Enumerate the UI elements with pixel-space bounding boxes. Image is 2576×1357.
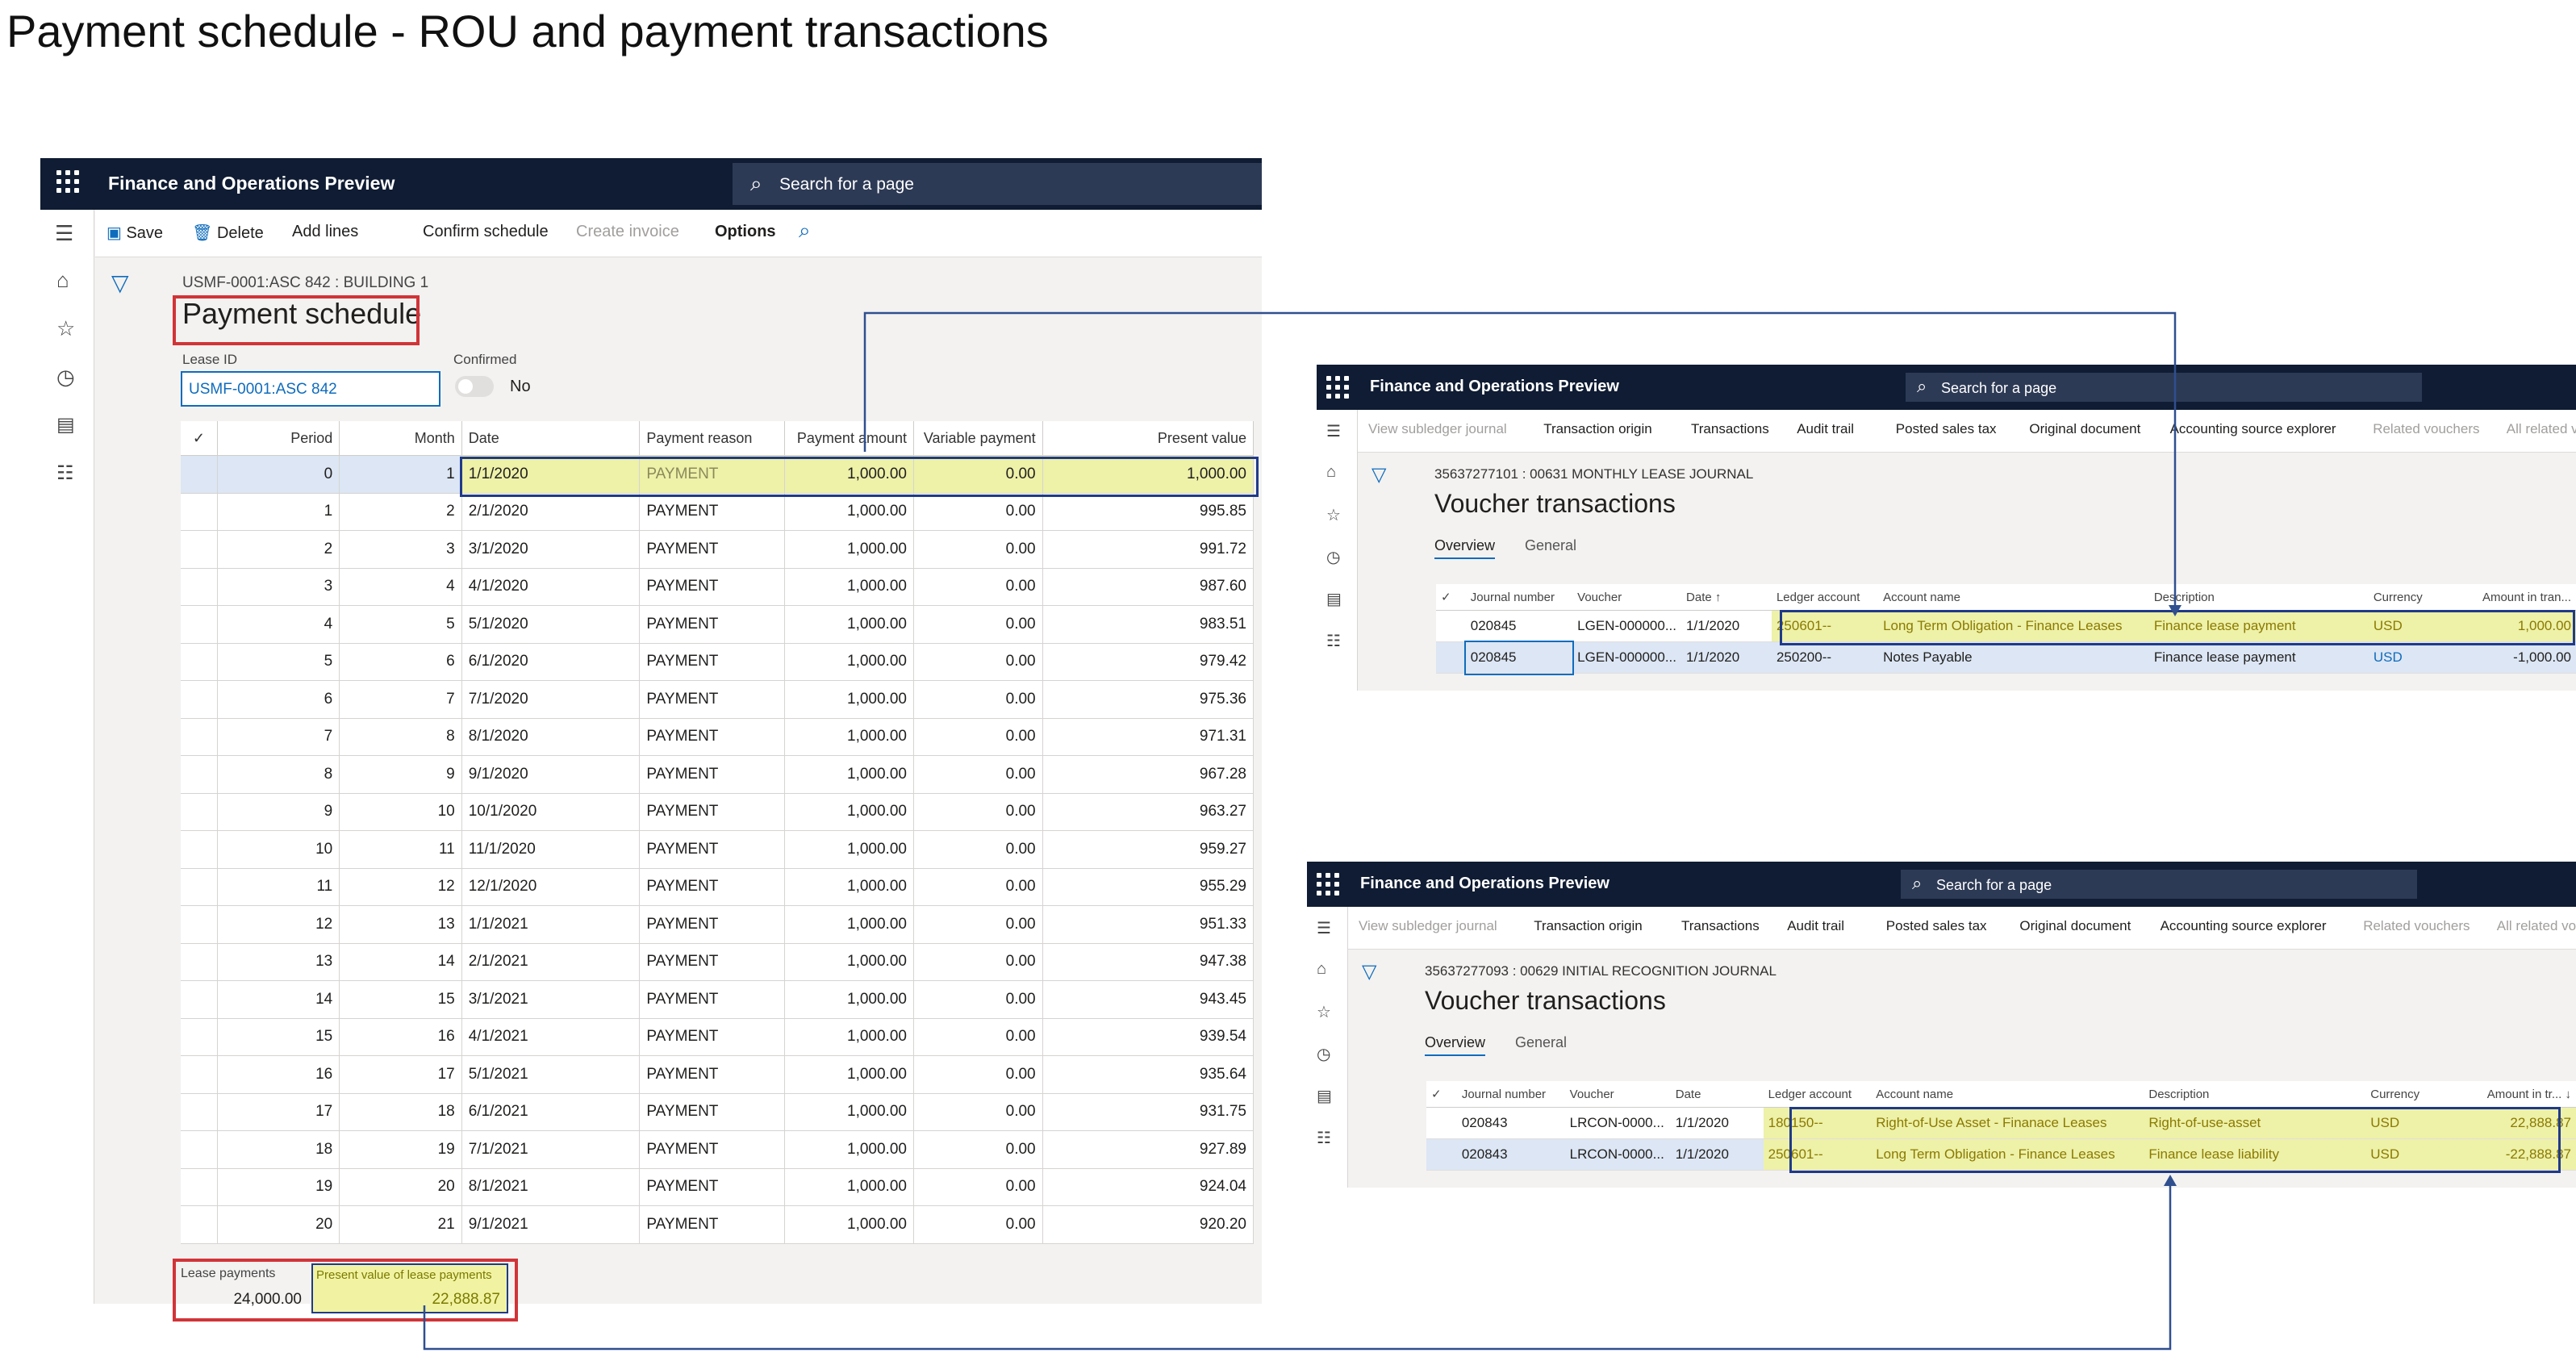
connector-top xyxy=(863,311,2177,607)
connector-bottom xyxy=(423,1184,2172,1351)
connector-lines xyxy=(423,311,2181,1351)
arrow-head-bottom xyxy=(2164,1175,2177,1186)
arrow-head-top xyxy=(2169,605,2181,616)
